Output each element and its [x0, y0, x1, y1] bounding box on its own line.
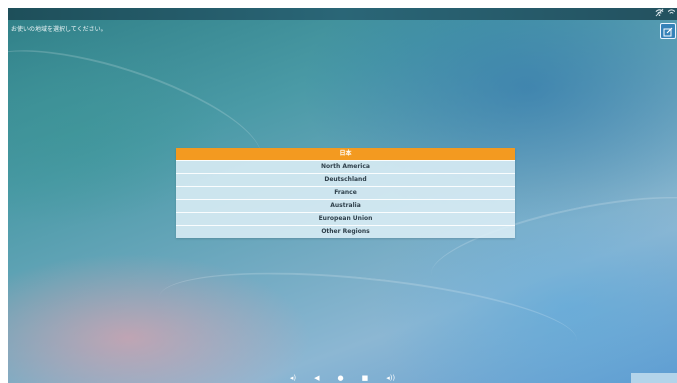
region-option-japan[interactable]: 日本	[176, 148, 515, 160]
region-option-australia[interactable]: Australia	[176, 199, 515, 212]
wifi-off-icon	[655, 8, 668, 20]
android-screen: お使いの地域を選択してください。 日本 North America Deutsc…	[8, 8, 677, 383]
recents-button[interactable]: ■	[362, 373, 369, 383]
edit-icon	[663, 22, 673, 41]
back-button[interactable]: ◀	[314, 373, 319, 383]
region-option-north-america[interactable]: North America	[176, 160, 515, 173]
region-option-france[interactable]: France	[176, 186, 515, 199]
navigation-bar: ◂) ◀ ● ■ ◂))	[8, 373, 677, 383]
wifi-icon	[667, 9, 676, 20]
region-prompt: お使いの地域を選択してください。	[11, 26, 107, 33]
status-bar	[8, 8, 677, 20]
region-option-other-regions[interactable]: Other Regions	[176, 225, 515, 238]
region-option-european-union[interactable]: European Union	[176, 212, 515, 225]
region-list: 日本 North America Deutschland France Aust…	[176, 148, 515, 238]
home-button[interactable]: ●	[337, 373, 343, 383]
corner-tab	[631, 373, 677, 383]
status-icons	[655, 8, 676, 20]
region-option-deutschland[interactable]: Deutschland	[176, 173, 515, 186]
volume-up-button[interactable]: ◂))	[386, 373, 395, 383]
edit-button[interactable]	[660, 23, 676, 39]
volume-down-button[interactable]: ◂)	[290, 373, 296, 383]
